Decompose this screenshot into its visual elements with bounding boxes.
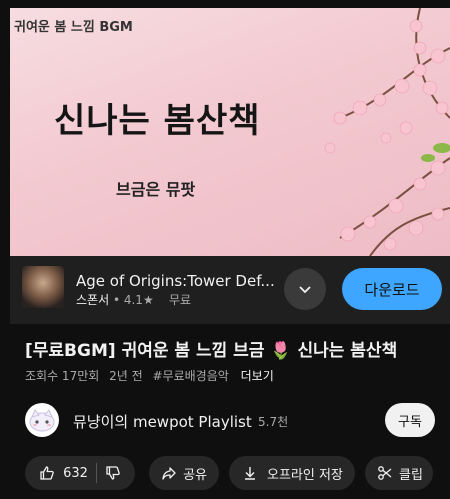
offline-save-button[interactable]: 오프라인 저장 xyxy=(229,456,355,490)
ad-download-button[interactable]: 다운로드 xyxy=(342,268,442,310)
channel-name[interactable]: 뮤냥이의 mewpot Playlist xyxy=(73,411,252,432)
offline-save-label: 오프라인 저장 xyxy=(267,467,343,483)
ad-expand-button[interactable] xyxy=(284,268,326,310)
share-button[interactable]: 공유 xyxy=(149,456,219,490)
scissors-icon xyxy=(377,464,393,482)
thumbs-down-icon[interactable] xyxy=(105,464,121,482)
view-count: 조회수 17만회 xyxy=(25,369,100,383)
video-stats[interactable]: 조회수 17만회 2년 전 #무료배경음악 더보기 xyxy=(25,367,280,384)
clip-button[interactable]: 클립 xyxy=(365,456,433,490)
channel-avatar[interactable] xyxy=(25,403,59,437)
thumbs-up-icon[interactable] xyxy=(39,464,55,482)
share-icon xyxy=(161,464,177,482)
video-player[interactable]: 귀여운 봄 느낌 BGM 신나는 봄산책 브금은 뮤팟 xyxy=(10,8,450,256)
ad-price: 무료 xyxy=(169,293,192,307)
ad-app-icon xyxy=(22,266,64,308)
ad-rating: 4.1★ xyxy=(123,293,154,307)
subscribe-button[interactable]: 구독 xyxy=(385,403,435,437)
video-sub-title: 브금은 뮤팟 xyxy=(116,180,196,199)
ad-meta: 스폰서 • 4.1★ 무료 xyxy=(76,293,192,307)
video-main-title: 신나는 봄산책 xyxy=(54,101,261,141)
sponsor-label: 스폰서 xyxy=(76,293,110,307)
share-label: 공유 xyxy=(183,467,207,483)
ad-app-name[interactable]: Age of Origins:Tower Def... xyxy=(76,272,275,290)
video-corner-title: 귀여운 봄 느낌 BGM xyxy=(14,20,133,35)
cat-face-icon xyxy=(29,409,55,432)
chevron-down-icon xyxy=(299,286,311,294)
ad-banner[interactable]: Age of Origins:Tower Def... 스폰서 • 4.1★ 무… xyxy=(10,256,450,324)
like-dislike-group: 632 xyxy=(25,456,135,490)
more-button[interactable]: 더보기 xyxy=(241,369,274,383)
download-icon xyxy=(241,464,259,482)
upload-age: 2년 전 xyxy=(109,369,143,383)
channel-row[interactable]: 뮤냥이의 mewpot Playlist 5.7천 구독 xyxy=(25,403,440,439)
like-count[interactable]: 632 xyxy=(63,466,88,481)
hashtag[interactable]: #무료배경음악 xyxy=(152,369,228,383)
clip-label: 클립 xyxy=(399,467,423,483)
subscriber-count: 5.7천 xyxy=(258,415,289,429)
video-title[interactable]: [무료BGM] 귀여운 봄 느낌 브금 🌷 신나는 봄산책 xyxy=(25,336,397,361)
